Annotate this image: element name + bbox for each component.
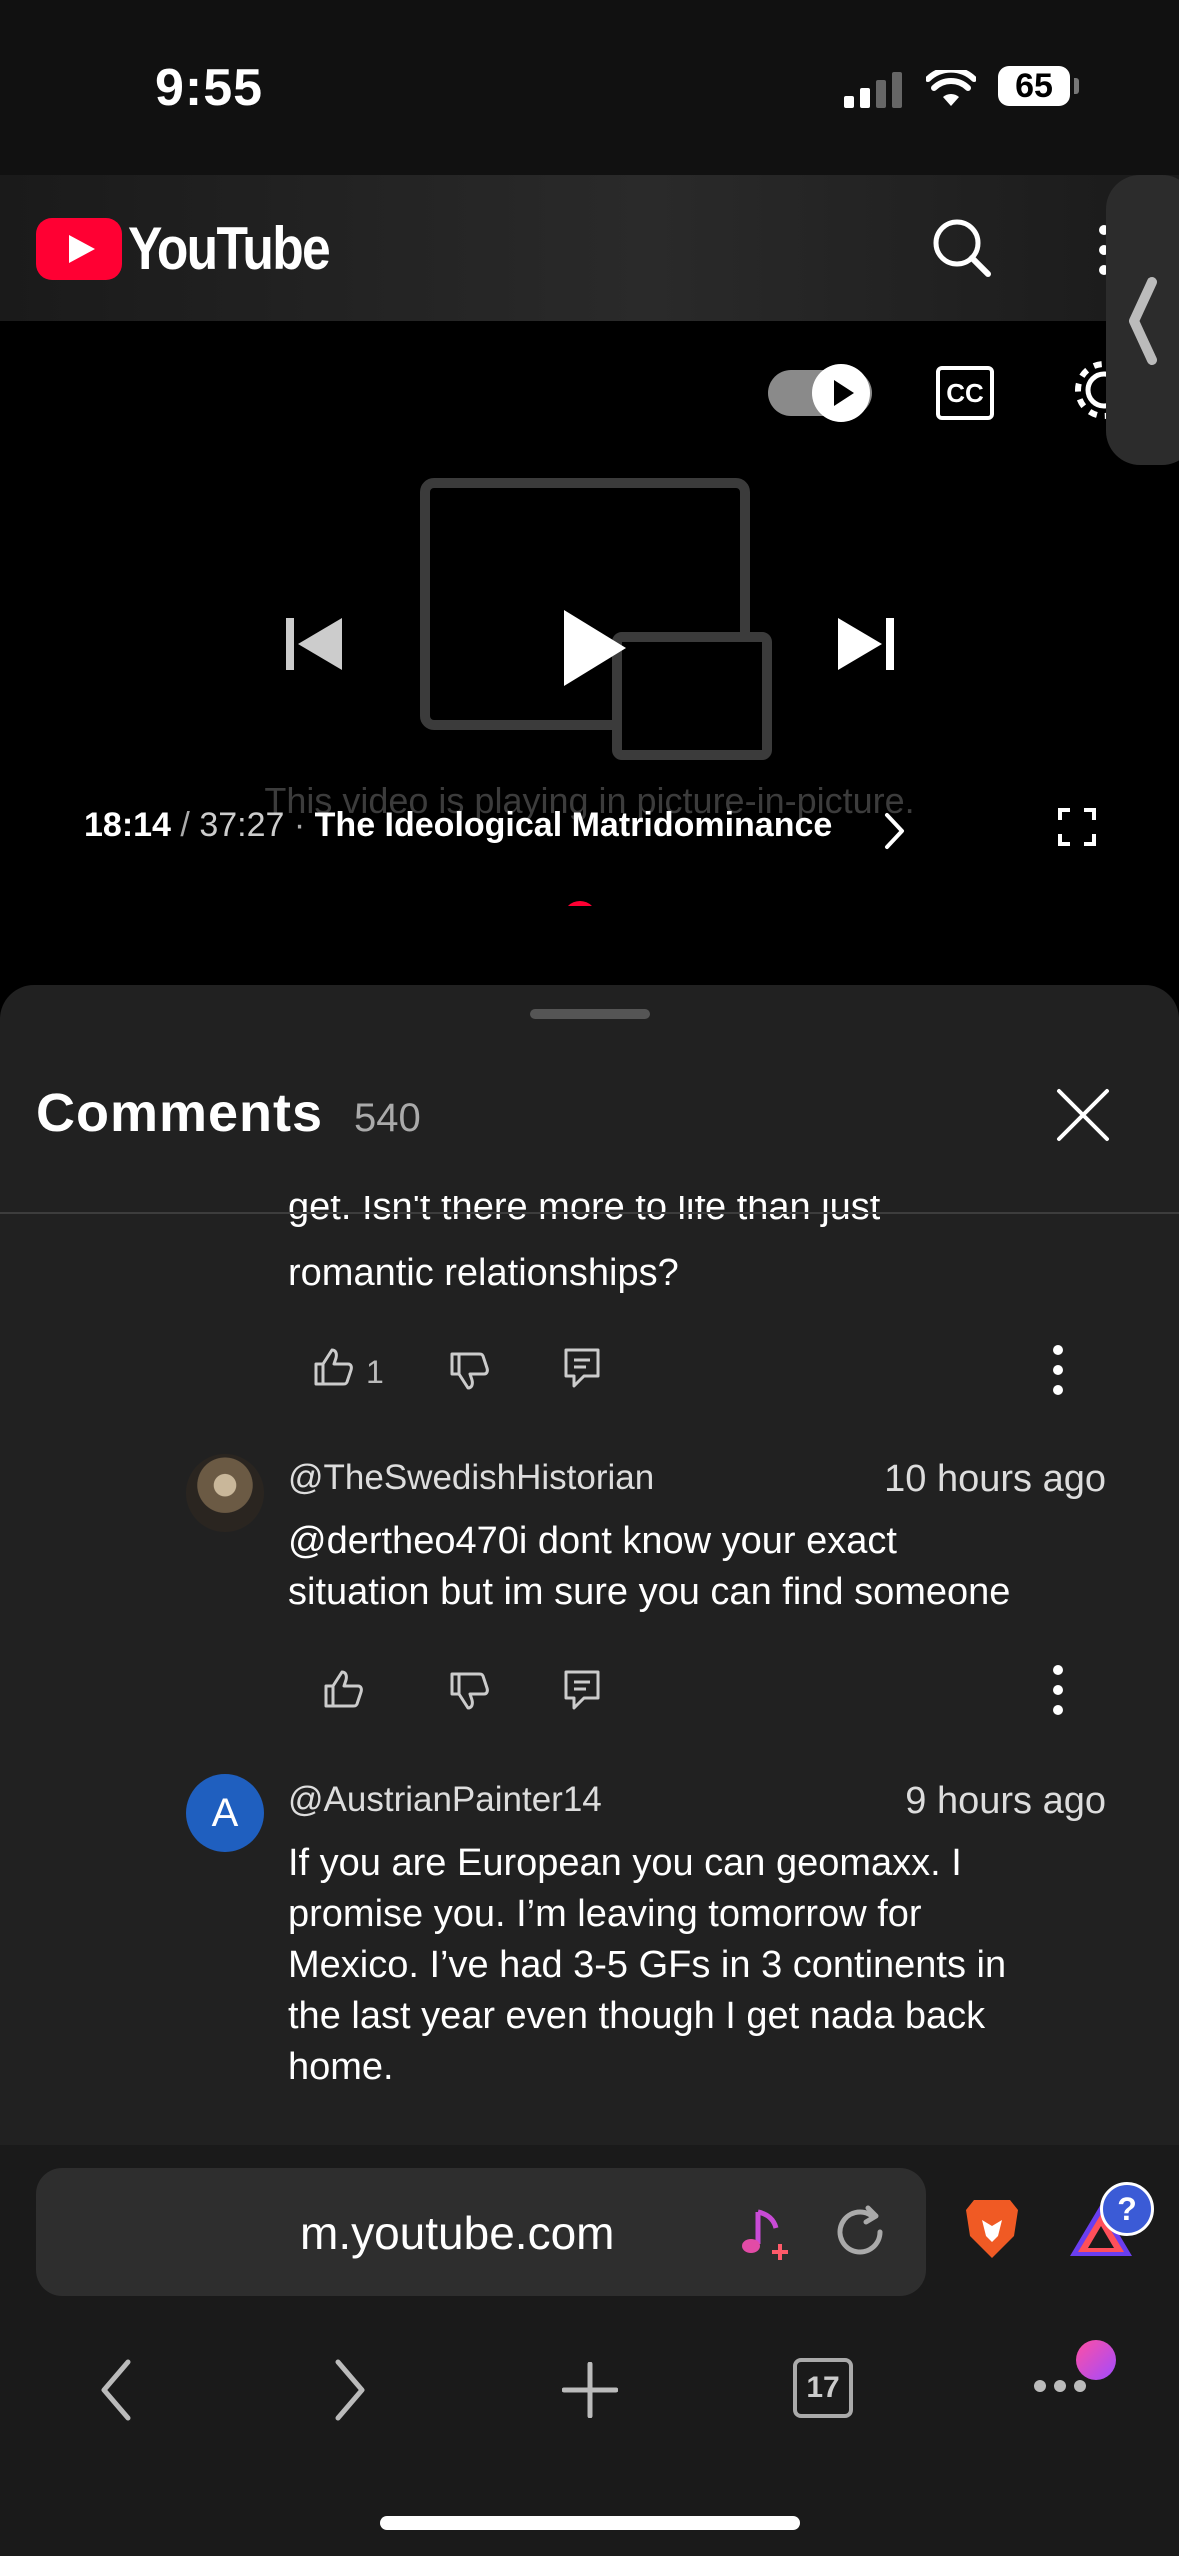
comment-2-text-line2: situation but im sure you can find someo… <box>288 1571 1011 1613</box>
autoplay-knob-icon[interactable] <box>812 364 870 422</box>
comment-3-text-line5: home. <box>288 2046 394 2088</box>
comment-timestamp: 9 hours ago <box>905 1780 1106 1822</box>
seek-bar[interactable] <box>88 898 1092 906</box>
search-icon[interactable] <box>930 216 994 280</box>
url-text[interactable]: m.youtube.com <box>300 2206 614 2260</box>
comment-1-text-line2: romantic relationships? <box>288 1252 679 1294</box>
close-icon[interactable] <box>1056 1088 1110 1142</box>
sheet-grabber[interactable] <box>530 1009 650 1019</box>
wifi-icon <box>926 70 976 106</box>
previous-video-icon[interactable] <box>284 614 344 674</box>
comment-3-text-line4: the last year even though I get nada bac… <box>288 1995 986 2037</box>
reply-icon[interactable] <box>562 1346 602 1388</box>
cellular-signal-icon <box>844 72 902 108</box>
like-icon[interactable] <box>312 1346 354 1388</box>
avatar[interactable]: A <box>186 1774 264 1852</box>
comment-3-text-line2: promise you. I’m leaving tomorrow for <box>288 1893 922 1935</box>
comment-author[interactable]: @TheSwedishHistorian <box>288 1458 654 1498</box>
reply-icon[interactable] <box>562 1668 602 1710</box>
captions-button[interactable]: CC <box>936 366 994 420</box>
comments-title: Comments <box>36 1083 324 1143</box>
seek-scrubber[interactable] <box>563 901 597 906</box>
comment-options-icon[interactable] <box>1050 1664 1066 1716</box>
chapter-chevron-icon[interactable] <box>884 812 906 850</box>
dislike-icon[interactable] <box>448 1670 490 1712</box>
play-icon[interactable] <box>560 608 630 688</box>
new-tab-plus-icon[interactable] <box>562 2362 618 2418</box>
comment-1-text-line1: get. Isn't there more to life than just <box>288 1196 881 1228</box>
like-icon[interactable] <box>322 1668 364 1710</box>
fullscreen-icon[interactable] <box>1058 808 1096 846</box>
comment-timestamp: 10 hours ago <box>884 1458 1106 1500</box>
video-time-row[interactable]: 18:14 / 37:27 · The Ideological Matridom… <box>84 806 832 845</box>
chevron-left-icon[interactable] <box>1124 276 1160 366</box>
comment-3-text-line3: Mexico. I’ve had 3-5 GFs in 3 continents… <box>288 1944 1007 1986</box>
current-time: 18:14 <box>84 806 171 844</box>
avatar[interactable] <box>186 1454 264 1532</box>
time-separator: / <box>180 806 190 844</box>
battery-nub <box>1074 78 1079 94</box>
tabs-button[interactable]: 17 <box>793 2358 853 2418</box>
reload-icon[interactable] <box>832 2204 888 2260</box>
comments-header-divider <box>0 1212 1179 1214</box>
like-count: 1 <box>366 1354 384 1390</box>
help-badge[interactable]: ? <box>1100 2182 1154 2236</box>
next-video-icon[interactable] <box>836 614 896 674</box>
forward-arrow-icon[interactable] <box>330 2358 370 2422</box>
notification-dot <box>1076 2340 1116 2380</box>
video-duration: 37:27 <box>199 806 285 844</box>
chapter-title[interactable]: The Ideological Matridominance <box>315 806 833 844</box>
browser-menu-icon[interactable] <box>1032 2376 1088 2396</box>
comments-count: 540 <box>354 1096 421 1140</box>
dislike-icon[interactable] <box>448 1350 490 1392</box>
youtube-logo-text[interactable]: YouTube <box>128 214 331 283</box>
time-dot: · <box>293 806 306 844</box>
youtube-logo-icon[interactable] <box>36 218 122 280</box>
pip-window-icon <box>612 632 772 760</box>
home-indicator[interactable] <box>380 2516 800 2530</box>
comment-options-icon[interactable] <box>1050 1344 1066 1396</box>
comment-author[interactable]: @AustrianPainter14 <box>288 1780 602 1820</box>
back-arrow-icon[interactable] <box>96 2358 136 2422</box>
battery-indicator: 65 <box>998 66 1070 106</box>
status-time: 9:55 <box>155 59 264 117</box>
comment-2-text-line1: @dertheo470i dont know your exact <box>288 1520 897 1562</box>
brave-shield-icon[interactable] <box>962 2196 1022 2262</box>
music-add-icon[interactable] <box>738 2204 794 2264</box>
comment-3-text-line1: If you are European you can geomaxx. I <box>288 1842 962 1884</box>
